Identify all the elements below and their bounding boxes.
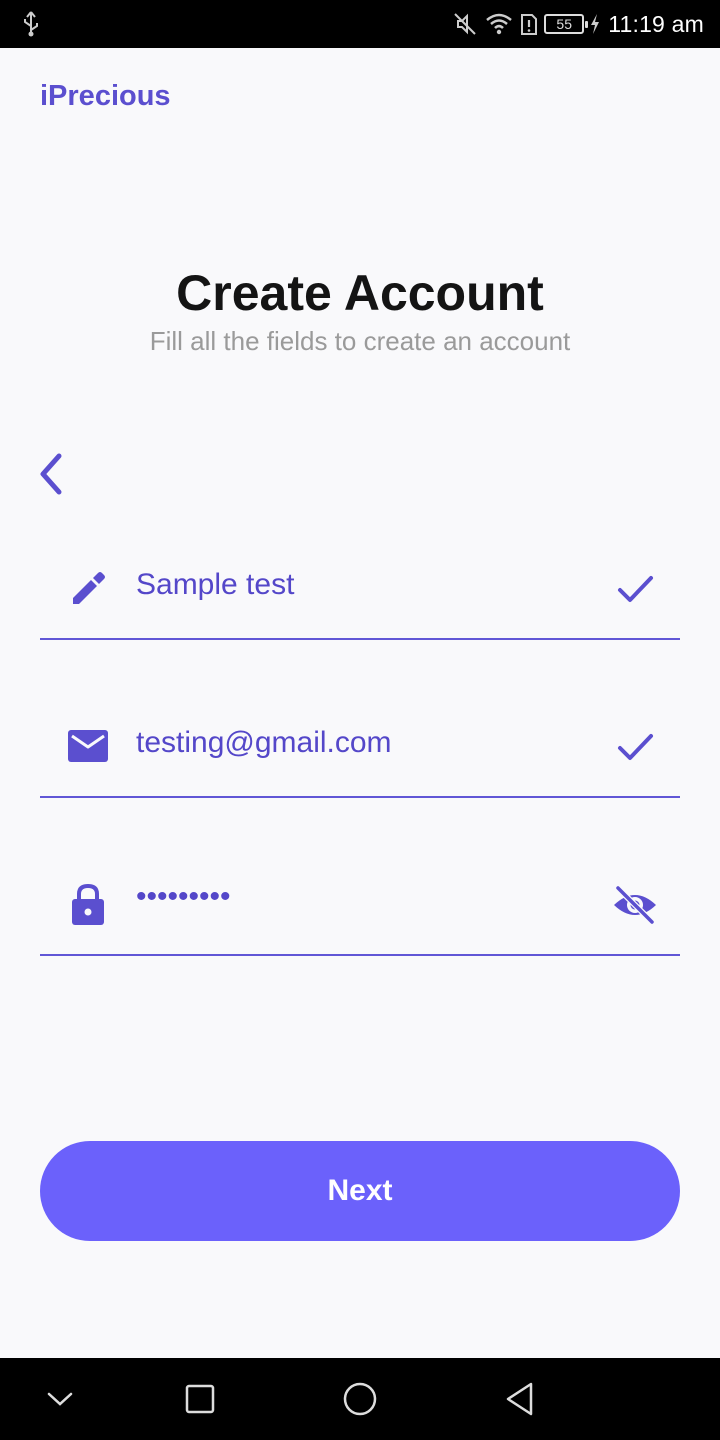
next-button[interactable]: Next: [40, 1141, 680, 1241]
pencil-icon: [66, 566, 110, 610]
battery-icon: 55: [544, 14, 589, 34]
password-field[interactable]: •••••••••: [40, 856, 680, 956]
status-bar: 55 11:19 am: [0, 0, 720, 48]
charging-icon: [591, 14, 600, 34]
brand-logo-text: iPrecious: [40, 80, 171, 112]
battery-level: 55: [556, 16, 572, 32]
eye-off-icon[interactable]: [612, 882, 658, 928]
status-icons: 55 11:19 am: [452, 0, 704, 48]
chevron-left-icon: [40, 453, 62, 495]
chevron-down-icon[interactable]: [35, 1374, 85, 1424]
page-title: Create Account: [176, 265, 544, 321]
page-subtitle: Fill all the fields to create an account: [149, 326, 571, 356]
check-icon: [612, 566, 658, 612]
mail-icon: [66, 724, 110, 768]
usb-icon: [24, 11, 38, 37]
name-value: Sample test: [136, 568, 295, 601]
email-value: testing@gmail.com: [136, 726, 392, 759]
recents-icon[interactable]: [175, 1374, 225, 1424]
password-value: •••••••••: [136, 880, 231, 913]
mute-icon: [454, 13, 476, 35]
check-icon: [612, 724, 658, 770]
home-icon[interactable]: [335, 1374, 385, 1424]
alert-icon: [521, 14, 538, 35]
email-field[interactable]: testing@gmail.com: [40, 698, 680, 798]
back-button[interactable]: [26, 450, 74, 498]
status-time: 11:19 am: [608, 10, 704, 37]
name-field[interactable]: Sample test: [40, 540, 680, 640]
navigation-bar: [0, 1358, 720, 1440]
back-icon[interactable]: [495, 1374, 545, 1424]
wifi-icon: [486, 13, 513, 35]
lock-icon: [66, 882, 110, 926]
